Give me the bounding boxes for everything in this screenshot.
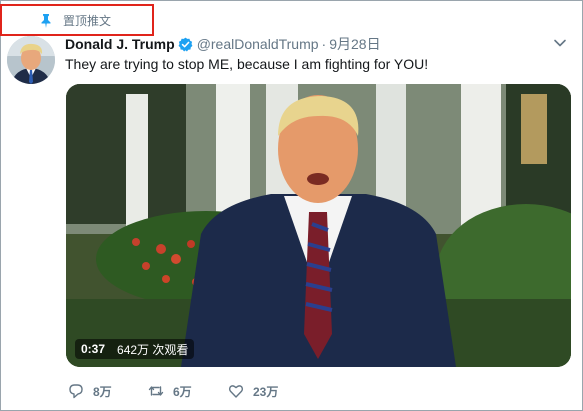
tweet-text: They are trying to stop ME, because I am… [65, 56, 429, 72]
retweet-button[interactable]: 6万 [148, 383, 192, 399]
chevron-down-icon[interactable] [553, 38, 567, 48]
video-thumbnail [66, 84, 571, 367]
video-views: 642万 次观看 [117, 342, 189, 357]
like-button[interactable]: 23万 [228, 383, 278, 399]
reply-button[interactable]: 8万 [68, 383, 112, 399]
video-duration-badge: 0:37 642万 次观看 [75, 339, 195, 359]
tweet-date[interactable]: 9月28日 [329, 34, 380, 54]
video-player[interactable]: 0:37 642万 次观看 [66, 84, 571, 367]
heart-icon [228, 385, 244, 398]
tweet-header: Donald J. Trump @realDonaldTrump · 9月28日 [65, 35, 381, 53]
avatar[interactable] [7, 36, 55, 84]
video-duration: 0:37 [81, 342, 106, 356]
reply-icon [69, 384, 83, 399]
like-count: 23万 [253, 384, 279, 399]
verified-badge-icon [178, 37, 193, 51]
reply-count: 8万 [93, 384, 112, 399]
header-separator: · [321, 36, 327, 52]
retweet-count: 6万 [173, 384, 192, 399]
pinned-tweet-label: 置顶推文 [63, 14, 112, 28]
author-handle[interactable]: @realDonaldTrump [197, 36, 319, 52]
pin-icon [41, 14, 51, 28]
retweet-icon [148, 386, 164, 396]
author-name[interactable]: Donald J. Trump [65, 36, 175, 52]
